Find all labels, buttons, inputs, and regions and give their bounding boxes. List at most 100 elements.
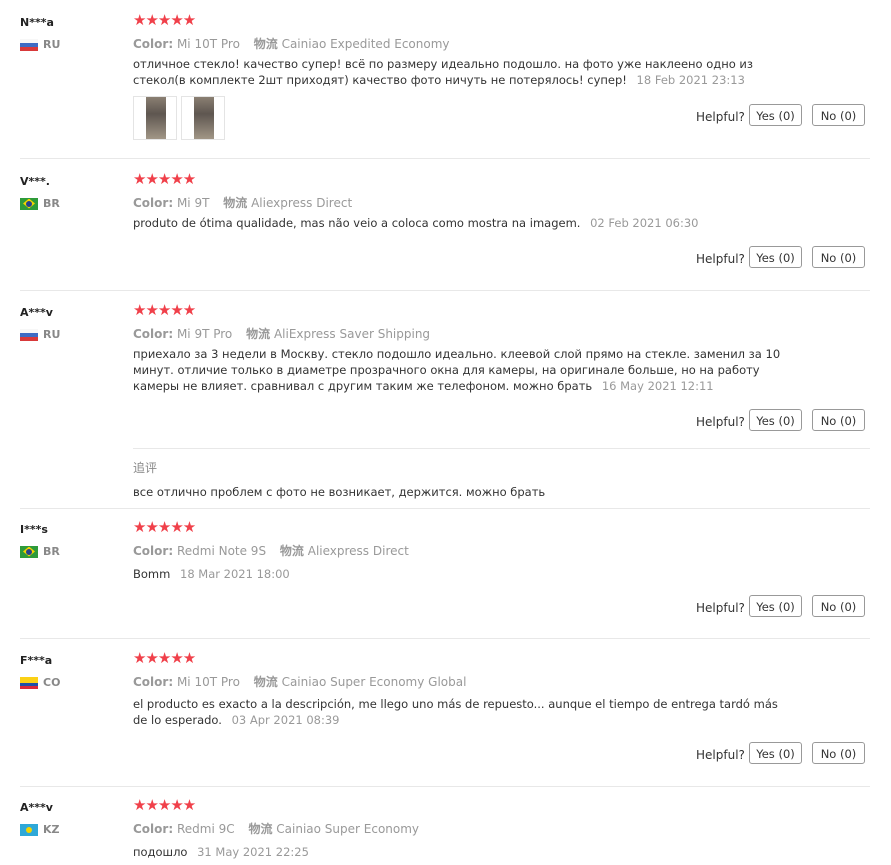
kazakhstan-flag-icon [20, 823, 38, 836]
review-text: приехало за 3 недели в Москву. стекло по… [133, 346, 783, 394]
shipping-label: 物流 [279, 544, 304, 558]
helpful-no-button[interactable]: No (0) [812, 742, 865, 764]
shipping-value: Aliexpress Direct [251, 196, 353, 210]
review-date: 18 Mar 2021 18:00 [180, 567, 290, 581]
review-photos [133, 96, 225, 140]
review-body: Bomm [133, 567, 171, 581]
reviewer-name: I***s [20, 523, 48, 536]
review-date: 16 May 2021 12:11 [601, 379, 714, 393]
review-date: 03 Apr 2021 08:39 [231, 713, 340, 727]
star-rating: ★★★★★ [133, 301, 196, 319]
brazil-flag-icon [20, 545, 38, 558]
review-meta: Color: Mi 9T 物流 Aliexpress Direct [133, 194, 352, 211]
review-text: Bomm 18 Mar 2021 18:00 [133, 566, 783, 582]
reviewer-country: BR [20, 545, 60, 558]
color-label: Color: [133, 822, 174, 836]
color-value: Redmi 9C [176, 822, 235, 836]
review-date: 31 May 2021 22:25 [197, 845, 309, 859]
shipping-label: 物流 [246, 327, 271, 341]
review-photo-thumbnail[interactable] [133, 96, 177, 140]
shipping-value: Cainiao Super Economy [276, 822, 420, 836]
helpful-yes-button[interactable]: Yes (0) [749, 742, 802, 764]
country-code: CO [43, 676, 61, 689]
color-value: Mi 9T [176, 196, 210, 210]
review-meta: Color: Mi 10T Pro 物流 Cainiao Expedited E… [133, 35, 450, 52]
star-rating: ★★★★★ [133, 170, 196, 188]
helpful-yes-button[interactable]: Yes (0) [749, 409, 802, 431]
shipping-label: 物流 [248, 822, 273, 836]
country-code: RU [43, 38, 61, 51]
review-meta: Color: Redmi 9C 物流 Cainiao Super Economy [133, 820, 419, 837]
country-code: RU [43, 328, 61, 341]
shipping-label: 物流 [223, 196, 248, 210]
reviewer-country: CO [20, 676, 60, 689]
star-rating: ★★★★★ [133, 11, 196, 29]
review-meta: Color: Redmi Note 9S 物流 Aliexpress Direc… [133, 542, 409, 559]
review-meta: Color: Mi 10T Pro 物流 Cainiao Super Econo… [133, 673, 466, 690]
review-divider [20, 638, 870, 639]
helpful-no-button[interactable]: No (0) [812, 409, 865, 431]
helpful-no-button[interactable]: No (0) [812, 246, 865, 268]
helpful-yes-button[interactable]: Yes (0) [749, 104, 802, 126]
review-text: подошло 31 May 2021 22:25 [133, 844, 783, 860]
color-value: Mi 9T Pro [176, 327, 233, 341]
helpful-label: Helpful? [696, 110, 745, 124]
helpful-yes-button[interactable]: Yes (0) [749, 246, 802, 268]
shipping-value: AliExpress Saver Shipping [273, 327, 431, 341]
review-body: подошло [133, 845, 188, 859]
additional-review-divider [133, 448, 870, 449]
color-value: Mi 10T Pro [176, 675, 240, 689]
color-label: Color: [133, 675, 174, 689]
helpful-label: Helpful? [696, 252, 745, 266]
helpful-no-button[interactable]: No (0) [812, 104, 865, 126]
helpful-no-button[interactable]: No (0) [812, 595, 865, 617]
review-text: отличное стекло! качество супер! всё по … [133, 56, 783, 88]
russia-flag-icon [20, 38, 38, 51]
color-value: Redmi Note 9S [176, 544, 267, 558]
colombia-flag-icon [20, 676, 38, 689]
review-date: 02 Feb 2021 06:30 [590, 216, 699, 230]
reviewer-name: N***a [20, 16, 54, 29]
star-rating: ★★★★★ [133, 649, 196, 667]
country-code: KZ [43, 823, 60, 836]
reviewer-name: F***a [20, 654, 53, 667]
helpful-label: Helpful? [696, 601, 745, 615]
color-label: Color: [133, 327, 174, 341]
color-label: Color: [133, 544, 174, 558]
shipping-value: Aliexpress Direct [307, 544, 409, 558]
review-date: 18 Feb 2021 23:13 [636, 73, 745, 87]
reviewer-name: A***v [20, 306, 53, 319]
shipping-label: 物流 [253, 675, 278, 689]
brazil-flag-icon [20, 197, 38, 210]
country-code: BR [43, 197, 60, 210]
review-body: produto de ótima qualidade, mas não veio… [133, 216, 581, 230]
review-divider [20, 158, 870, 159]
review-meta: Color: Mi 9T Pro 物流 AliExpress Saver Shi… [133, 325, 430, 342]
color-label: Color: [133, 196, 174, 210]
review-text: el producto es exacto a la descripción, … [133, 696, 783, 728]
review-photo-thumbnail[interactable] [181, 96, 225, 140]
color-label: Color: [133, 37, 174, 51]
reviewer-country: BR [20, 197, 60, 210]
review-divider [20, 290, 870, 291]
review-divider [20, 508, 870, 509]
review-divider [20, 786, 870, 787]
country-code: BR [43, 545, 60, 558]
review-text: produto de ótima qualidade, mas não veio… [133, 215, 783, 231]
reviewer-name: A***v [20, 801, 53, 814]
additional-review-label: 追评 [133, 461, 158, 475]
shipping-value: Cainiao Expedited Economy [281, 37, 450, 51]
russia-flag-icon [20, 328, 38, 341]
helpful-label: Helpful? [696, 748, 745, 762]
shipping-value: Cainiao Super Economy Global [281, 675, 467, 689]
color-value: Mi 10T Pro [176, 37, 240, 51]
reviewer-country: RU [20, 328, 60, 341]
review-body: el producto es exacto a la descripción, … [133, 697, 778, 727]
helpful-label: Helpful? [696, 415, 745, 429]
shipping-label: 物流 [253, 37, 278, 51]
additional-review-text: все отлично проблем с фото не возникает,… [133, 485, 546, 499]
reviewer-country: KZ [20, 823, 60, 836]
reviewer-country: RU [20, 38, 60, 51]
helpful-yes-button[interactable]: Yes (0) [749, 595, 802, 617]
reviewer-name: V***. [20, 175, 50, 188]
